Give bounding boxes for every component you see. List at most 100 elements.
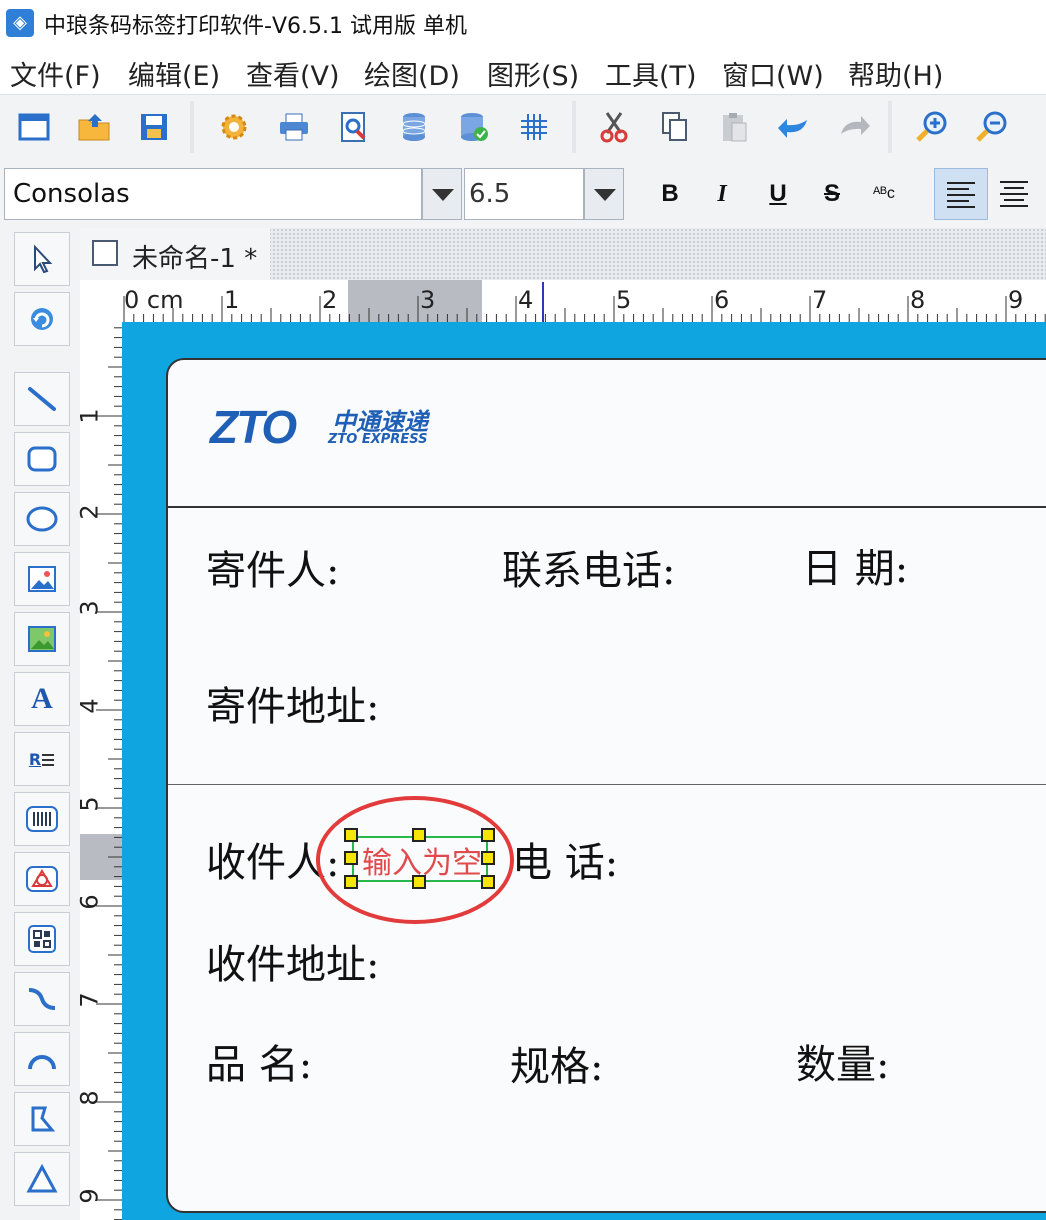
- format-toolbar: Consolas 6.5 B I U S ᴬᴮc: [0, 160, 1046, 229]
- sender-address-label[interactable]: 寄件地址:: [206, 674, 379, 732]
- menu-edit[interactable]: 编辑(E): [128, 54, 220, 93]
- database-icon[interactable]: [392, 105, 436, 149]
- bold-button[interactable]: B: [650, 174, 690, 214]
- ruler-label: 3: [420, 286, 436, 314]
- menu-help[interactable]: 帮助(H): [848, 54, 943, 93]
- spec-label[interactable]: 规格:: [510, 1034, 603, 1092]
- menu-tools[interactable]: 工具(T): [605, 54, 697, 93]
- toolbar-separator: [190, 101, 194, 153]
- align-center-icon: [1000, 181, 1028, 207]
- print-preview-icon[interactable]: [332, 105, 376, 149]
- window-title: 中琅条码标签打印软件-V6.5.1 试用版 单机: [44, 14, 467, 39]
- italic-button[interactable]: I: [702, 174, 742, 214]
- ruler-label: 6: [714, 286, 730, 314]
- sender-phone-label[interactable]: 联系电话:: [502, 538, 675, 596]
- grid-icon[interactable]: [512, 105, 556, 149]
- vertical-ruler: 1 2 3 4 5 6 7 8 9: [76, 322, 123, 1220]
- line-tool-button[interactable]: [14, 372, 70, 426]
- main-toolbar: [0, 94, 1046, 162]
- image-tool-button[interactable]: [14, 552, 70, 606]
- copy-icon[interactable]: [652, 105, 696, 149]
- align-left-button[interactable]: [934, 168, 988, 220]
- ruler-ticks: [96, 327, 122, 1220]
- triangle-icon: [26, 1164, 58, 1193]
- ruler-label: 4: [75, 698, 104, 714]
- qrcode-icon: [28, 925, 56, 953]
- shape-icon: [26, 866, 58, 892]
- zoom-in-icon[interactable]: [910, 105, 954, 149]
- ruler-label: 5: [75, 796, 104, 812]
- ruler-label: 1: [224, 286, 240, 314]
- line-icon: [28, 387, 56, 411]
- text-icon: A: [31, 682, 53, 715]
- barcode-icon: [26, 806, 58, 832]
- ellipse-tool-button[interactable]: [14, 492, 70, 546]
- recipient-address-label[interactable]: 收件地址:: [206, 932, 379, 990]
- picture-tool-button[interactable]: [14, 612, 70, 666]
- highlight-annotation: [316, 796, 514, 924]
- date-label[interactable]: 日 期:: [802, 536, 908, 594]
- settings-icon[interactable]: [212, 105, 256, 149]
- case-button[interactable]: ᴬᴮc: [864, 174, 904, 214]
- open-icon[interactable]: [72, 105, 116, 149]
- recipient-phone-label[interactable]: 电 话:: [512, 830, 618, 888]
- align-left-icon: [947, 182, 975, 208]
- triangle-tool-button[interactable]: [14, 1152, 70, 1206]
- polygon-icon: [31, 1106, 56, 1132]
- ruler-label: 1: [75, 408, 104, 424]
- rich-text-icon: R: [28, 749, 42, 769]
- underline-button[interactable]: U: [758, 174, 798, 214]
- arc-tool-button[interactable]: [14, 1032, 70, 1086]
- align-center-button[interactable]: [990, 168, 1040, 220]
- rotate-icon: [31, 308, 53, 330]
- menu-file[interactable]: 文件(F): [10, 54, 101, 93]
- paste-icon[interactable]: [712, 105, 756, 149]
- font-family-select[interactable]: Consolas: [4, 168, 422, 220]
- product-name-label[interactable]: 品 名:: [206, 1032, 312, 1090]
- new-icon[interactable]: [12, 105, 56, 149]
- ruler-label: 2: [75, 504, 104, 520]
- toolbar-separator: [572, 101, 576, 153]
- qrcode-tool-button[interactable]: [14, 912, 70, 966]
- select-tool-button[interactable]: [14, 232, 70, 286]
- save-icon[interactable]: [132, 105, 176, 149]
- font-size-select[interactable]: 6.5: [464, 168, 584, 220]
- menu-view[interactable]: 查看(V): [246, 54, 340, 93]
- database-check-icon[interactable]: [452, 105, 496, 149]
- undo-icon[interactable]: [772, 105, 816, 149]
- divider-line[interactable]: [168, 506, 1046, 508]
- font-size-dropdown-button[interactable]: [584, 168, 624, 220]
- text-tool-button[interactable]: A: [14, 672, 70, 726]
- sender-label[interactable]: 寄件人:: [206, 538, 339, 596]
- rect-tool-button[interactable]: [14, 432, 70, 486]
- redo-icon[interactable]: [832, 105, 876, 149]
- ruler-label: 8: [910, 286, 926, 314]
- print-icon[interactable]: [272, 105, 316, 149]
- divider-line[interactable]: [168, 784, 1046, 785]
- logo-english: ZTO EXPRESS: [328, 432, 428, 447]
- barcode-tool-button[interactable]: [14, 792, 70, 846]
- ruler-label: 9: [75, 1188, 104, 1204]
- quantity-label[interactable]: 数量:: [796, 1032, 889, 1090]
- curve-tool-button[interactable]: [14, 972, 70, 1026]
- zoom-out-icon[interactable]: [970, 105, 1014, 149]
- document-tab[interactable]: 未命名-1 *: [80, 228, 270, 280]
- zto-logo[interactable]: ZTO 中通速递 ZTO EXPRESS: [210, 401, 450, 453]
- polygon-tool-button[interactable]: [14, 1092, 70, 1146]
- rich-text-tool-button[interactable]: R: [14, 732, 70, 786]
- font-family-dropdown-button[interactable]: [422, 168, 462, 220]
- ruler-label: 0 cm: [124, 286, 184, 314]
- ruler-label: 3: [75, 600, 104, 616]
- lines-icon: [42, 754, 55, 766]
- ruler-label: 8: [75, 1090, 104, 1106]
- cut-icon[interactable]: [592, 105, 636, 149]
- rounded-rect-icon: [27, 446, 57, 472]
- menu-window[interactable]: 窗口(W): [722, 54, 824, 93]
- strikethrough-button[interactable]: S: [812, 174, 852, 214]
- rotate-tool-button[interactable]: [14, 292, 70, 346]
- curve-icon: [28, 988, 56, 1010]
- font-size-value: 6.5: [469, 179, 511, 209]
- shape-tool-button[interactable]: [14, 852, 70, 906]
- menu-draw[interactable]: 绘图(D): [364, 54, 460, 93]
- menu-shape[interactable]: 图形(S): [487, 54, 579, 93]
